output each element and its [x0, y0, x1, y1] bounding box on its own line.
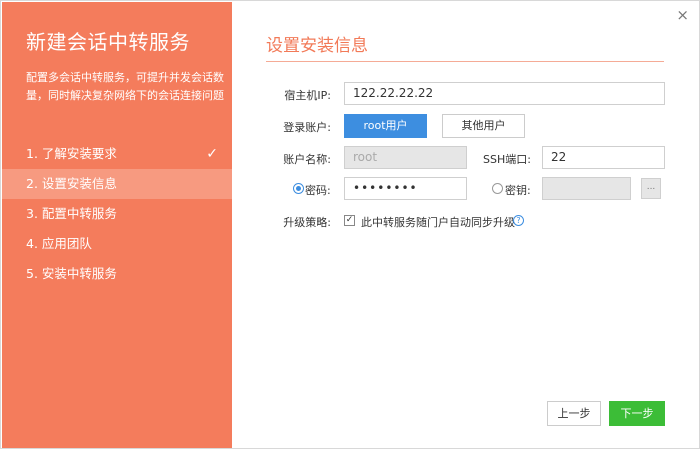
check-icon: ✓	[206, 146, 218, 162]
step-install-relay[interactable]: 5. 安装中转服务	[2, 259, 232, 289]
wizard-title: 新建会话中转服务	[26, 30, 190, 54]
auto-upgrade-checkbox[interactable]: ✓	[344, 215, 355, 226]
section-divider	[266, 61, 664, 62]
key-radio[interactable]	[492, 183, 503, 194]
password-input[interactable]: ••••••••	[344, 177, 467, 200]
step-label: 4. 应用团队	[26, 236, 92, 251]
ssh-port-input[interactable]: 22	[542, 146, 665, 169]
step-apply-team[interactable]: 4. 应用团队	[2, 229, 232, 259]
wizard-description: 配置多会话中转服务，可提升并发会话数量，同时解决复杂网络下的会话连接问题	[26, 71, 224, 102]
step-label: 3. 配置中转服务	[26, 206, 117, 221]
prev-step-button[interactable]: 上一步	[547, 401, 601, 426]
root-user-button[interactable]: root用户	[344, 114, 427, 138]
next-step-button[interactable]: 下一步	[609, 401, 665, 426]
account-name-label: 账户名称:	[283, 153, 331, 166]
help-icon[interactable]: ?	[513, 215, 524, 226]
key-input[interactable]	[542, 177, 631, 200]
wizard-sidebar: 新建会话中转服务 配置多会话中转服务，可提升并发会话数量，同时解决复杂网络下的会…	[2, 2, 232, 448]
step-label: 1. 了解安装要求	[26, 146, 117, 161]
step-label: 5. 安装中转服务	[26, 266, 117, 281]
host-ip-input[interactable]: 122.22.22.22	[344, 82, 665, 105]
step-understand-requirements[interactable]: 1. 了解安装要求 ✓	[2, 139, 232, 169]
browse-key-button[interactable]: ...	[641, 178, 661, 199]
account-name-input[interactable]: root	[344, 146, 467, 169]
installer-window: 新建会话中转服务 配置多会话中转服务，可提升并发会话数量，同时解决复杂网络下的会…	[0, 0, 700, 449]
ssh-port-label: SSH端口:	[483, 153, 531, 166]
key-label: 密钥:	[505, 184, 531, 197]
step-configure-relay[interactable]: 3. 配置中转服务	[2, 199, 232, 229]
password-radio[interactable]	[293, 183, 304, 194]
auto-upgrade-label: 此中转服务随门户自动同步升级	[361, 216, 515, 229]
close-icon[interactable]: ×	[676, 8, 689, 23]
step-install-info[interactable]: 2. 设置安装信息	[2, 169, 232, 199]
host-ip-label: 宿主机IP:	[284, 89, 331, 102]
step-label: 2. 设置安装信息	[26, 176, 117, 191]
upgrade-policy-label: 升级策略:	[283, 216, 331, 229]
other-user-button[interactable]: 其他用户	[442, 114, 525, 138]
login-account-label: 登录账户:	[283, 121, 331, 134]
section-title: 设置安装信息	[266, 36, 368, 56]
password-label: 密码:	[305, 184, 331, 197]
